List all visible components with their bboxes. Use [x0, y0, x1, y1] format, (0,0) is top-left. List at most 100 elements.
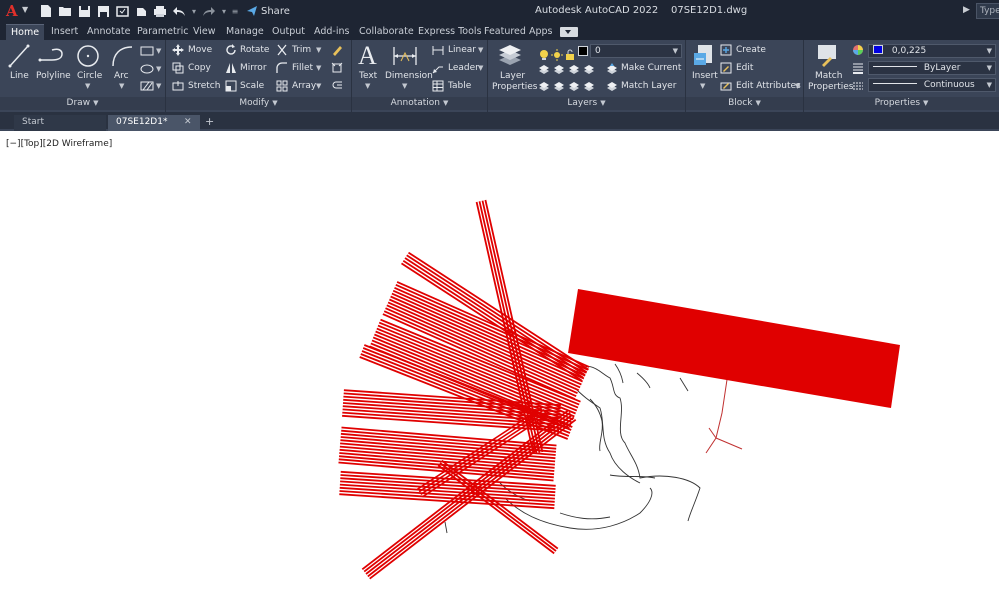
layer-on-icon[interactable] — [538, 46, 550, 60]
tab-output[interactable]: Output — [272, 24, 305, 40]
arc-label[interactable]: Arc — [114, 71, 129, 82]
table-label[interactable]: Table — [448, 81, 471, 92]
tab-parametric[interactable]: Parametric — [137, 24, 188, 40]
insert-block-icon[interactable] — [692, 43, 716, 69]
layer-properties-icon[interactable] — [497, 44, 523, 68]
line-label[interactable]: Line — [10, 71, 29, 82]
layer-properties-label[interactable]: Properties — [492, 82, 537, 93]
annotation-panel-title[interactable]: Annotation ▼ — [352, 97, 487, 110]
redo-icon[interactable] — [201, 3, 217, 19]
layer-properties-label-1[interactable]: Layer — [500, 71, 525, 82]
color-dropdown[interactable]: 0,0,225 ▼ — [868, 44, 996, 58]
match-properties-label-2[interactable]: Properties — [808, 82, 853, 93]
new-file-icon[interactable] — [38, 3, 54, 19]
linear-dim-icon[interactable] — [432, 44, 444, 56]
drawing-canvas[interactable] — [0, 133, 999, 616]
linear-label[interactable]: Linear — [448, 45, 476, 56]
tab-home[interactable]: Home — [6, 24, 45, 40]
title-expand-icon[interactable]: ▶ — [963, 5, 970, 15]
layers-panel-title[interactable]: Layers ▼ — [488, 97, 685, 110]
undo-icon[interactable] — [171, 3, 187, 19]
tab-insert[interactable]: Insert — [51, 24, 78, 40]
layer-thaw-icon[interactable] — [551, 46, 563, 61]
move-icon[interactable] — [172, 44, 184, 56]
linetype-icon[interactable] — [852, 80, 864, 92]
copy-icon[interactable] — [172, 62, 184, 74]
redo-dropdown-icon[interactable]: ▾ — [220, 7, 228, 16]
tab-express-tools[interactable]: Express Tools — [418, 24, 482, 40]
modify-panel-title[interactable]: Modify ▼ — [166, 97, 351, 110]
edit-block-icon[interactable] — [720, 62, 732, 74]
insert-label[interactable]: Insert — [692, 71, 718, 82]
edit-attributes-icon[interactable] — [720, 80, 732, 92]
fillet-icon[interactable] — [276, 62, 288, 74]
scale-icon[interactable] — [225, 80, 237, 92]
tab-annotate[interactable]: Annotate — [87, 24, 130, 40]
mirror-label[interactable]: Mirror — [240, 63, 267, 74]
stretch-label[interactable]: Stretch — [188, 81, 220, 92]
circle-label[interactable]: Circle — [77, 71, 102, 82]
copy-label[interactable]: Copy — [188, 63, 211, 74]
scale-label[interactable]: Scale — [240, 81, 264, 92]
search-input[interactable]: Type — [976, 3, 999, 19]
dimension-label[interactable]: Dimension — [385, 71, 433, 82]
save-icon[interactable] — [76, 3, 92, 19]
edit-label[interactable]: Edit — [736, 63, 753, 74]
rotate-label[interactable]: Rotate — [240, 45, 269, 56]
tab-collaborate[interactable]: Collaborate — [359, 24, 414, 40]
new-tab-icon[interactable]: + — [205, 115, 214, 129]
dimension-icon[interactable] — [392, 45, 418, 67]
tab-add-ins[interactable]: Add-ins — [314, 24, 349, 40]
leader-label[interactable]: Leader — [448, 63, 479, 74]
rotate-icon[interactable] — [225, 44, 237, 56]
create-label[interactable]: Create — [736, 45, 766, 56]
ribbon-minimize-icon[interactable] — [560, 27, 578, 37]
match-layer-icon[interactable] — [606, 80, 618, 92]
match-layer-label[interactable]: Match Layer — [621, 81, 676, 92]
tab-featured-apps[interactable]: Featured Apps — [484, 24, 552, 40]
stretch-icon[interactable] — [172, 80, 184, 92]
undo-dropdown-icon[interactable]: ▾ — [190, 7, 198, 16]
drawing-viewport[interactable]: [−][Top][2D Wireframe] — [0, 133, 999, 616]
offset-icon[interactable] — [331, 80, 343, 92]
fillet-label[interactable]: Fillet — [292, 63, 313, 74]
text-icon[interactable]: A — [358, 42, 377, 70]
mirror-icon[interactable] — [225, 62, 237, 74]
block-panel-title[interactable]: Block ▼ — [686, 97, 803, 110]
arc-icon[interactable] — [110, 44, 134, 68]
draw-panel-title[interactable]: Draw ▼ — [0, 97, 165, 110]
array-label[interactable]: Array — [292, 81, 316, 92]
erase-icon[interactable] — [331, 44, 343, 56]
ellipse-icon[interactable] — [140, 64, 154, 74]
table-icon[interactable] — [432, 80, 444, 92]
app-menu-caret-icon[interactable]: ▼ — [22, 5, 28, 14]
create-block-icon[interactable] — [720, 44, 732, 56]
array-icon[interactable] — [276, 80, 288, 92]
hatch-icon[interactable] — [140, 81, 154, 91]
layer-dropdown[interactable]: 0 ▼ — [590, 44, 682, 58]
make-current-icon[interactable] — [606, 63, 618, 75]
trim-icon[interactable] — [276, 44, 288, 56]
line-icon[interactable] — [8, 44, 30, 68]
customize-qat-icon[interactable]: ≡ — [231, 7, 239, 16]
open-web-icon[interactable] — [114, 3, 130, 19]
autocad-logo-icon[interactable]: A — [6, 2, 22, 20]
explode-icon[interactable] — [331, 62, 343, 74]
open-file-icon[interactable] — [57, 3, 73, 19]
linetype-dropdown[interactable]: Continuous ▼ — [868, 78, 996, 92]
make-current-label[interactable]: Make Current — [621, 63, 681, 74]
layer-tools-row-1-icon[interactable] — [538, 63, 598, 75]
plot-icon[interactable] — [152, 3, 168, 19]
move-label[interactable]: Move — [188, 45, 212, 56]
lineweight-icon[interactable] — [852, 62, 864, 74]
match-properties-icon[interactable] — [816, 43, 840, 69]
save-as-icon[interactable] — [95, 3, 111, 19]
color-wheel-icon[interactable] — [852, 44, 864, 56]
polyline-label[interactable]: Polyline — [36, 71, 71, 82]
doc-tab-start[interactable]: Start — [14, 115, 106, 131]
layer-tools-row-2-icon[interactable] — [538, 80, 598, 92]
match-properties-label-1[interactable]: Match — [815, 71, 842, 82]
rectangle-icon[interactable] — [140, 46, 154, 56]
share-button[interactable]: Share — [246, 5, 290, 17]
save-web-icon[interactable] — [133, 3, 149, 19]
